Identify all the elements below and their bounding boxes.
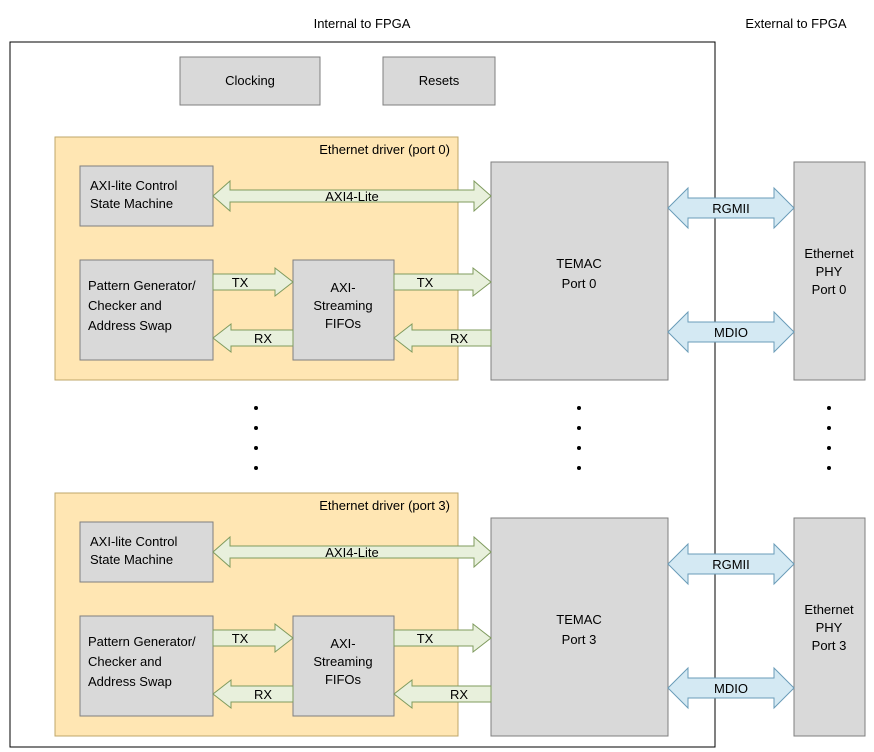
phy-port0-label: Port 0 (812, 282, 847, 297)
fifo-l3-p3: FIFOs (325, 672, 362, 687)
patgen-l1-p0: Pattern Generator/ (88, 278, 196, 293)
mdio-label-p3: MDIO (714, 681, 748, 696)
temac-label-p0: TEMAC (556, 256, 602, 271)
temac-p0 (491, 162, 668, 380)
phy-l2-p0: PHY (816, 264, 843, 279)
fifo-l3-p0: FIFOs (325, 316, 362, 331)
tx-label-2-p0: TX (417, 275, 434, 290)
internal-label: Internal to FPGA (314, 16, 411, 31)
phy-port3-label: Port 3 (812, 638, 847, 653)
axi4lite-label-p3: AXI4-Lite (325, 545, 378, 560)
phy-l1-p3: Ethernet (804, 602, 854, 617)
temac-p3 (491, 518, 668, 736)
phy-l1-p0: Ethernet (804, 246, 854, 261)
phy-l2-p3: PHY (816, 620, 843, 635)
temac-label-p3: TEMAC (556, 612, 602, 627)
temac-port3-label: Port 3 (562, 632, 597, 647)
tx-label-1-p0: TX (232, 275, 249, 290)
fifo-l2-p0: Streaming (313, 298, 372, 313)
rx-label-2-p0: RX (450, 331, 468, 346)
rx-label-1-p0: RX (254, 331, 272, 346)
fifo-l1-p0: AXI- (330, 280, 355, 295)
axi-lite-ctrl-l1-p3: AXI-lite Control (90, 534, 178, 549)
driver-port3-title: Ethernet driver (port 3) (319, 498, 450, 513)
mdio-label-p0: MDIO (714, 325, 748, 340)
tx-label-1-p3: TX (232, 631, 249, 646)
patgen-l2-p0: Checker and (88, 298, 162, 313)
patgen-l1-p3: Pattern Generator/ (88, 634, 196, 649)
clocking-label: Clocking (225, 73, 275, 88)
ellipsis-mid (577, 406, 581, 470)
rx-label-2-p3: RX (450, 687, 468, 702)
tx-label-2-p3: TX (417, 631, 434, 646)
rgmii-label-p0: RGMII (712, 201, 750, 216)
temac-port0-label: Port 0 (562, 276, 597, 291)
fifo-l2-p3: Streaming (313, 654, 372, 669)
ellipsis-left (254, 406, 258, 470)
axi-lite-ctrl-l2-p3: State Machine (90, 552, 173, 567)
axi-lite-ctrl-l1-p0: AXI-lite Control (90, 178, 178, 193)
rx-label-1-p3: RX (254, 687, 272, 702)
driver-port0-title: Ethernet driver (port 0) (319, 142, 450, 157)
patgen-l3-p3: Address Swap (88, 674, 172, 689)
patgen-l3-p0: Address Swap (88, 318, 172, 333)
axi-lite-ctrl-l2-p0: State Machine (90, 196, 173, 211)
external-label: External to FPGA (745, 16, 846, 31)
patgen-l2-p3: Checker and (88, 654, 162, 669)
rgmii-label-p3: RGMII (712, 557, 750, 572)
fifo-l1-p3: AXI- (330, 636, 355, 651)
resets-label: Resets (419, 73, 460, 88)
axi4lite-label-p0: AXI4-Lite (325, 189, 378, 204)
ellipsis-right (827, 406, 831, 470)
